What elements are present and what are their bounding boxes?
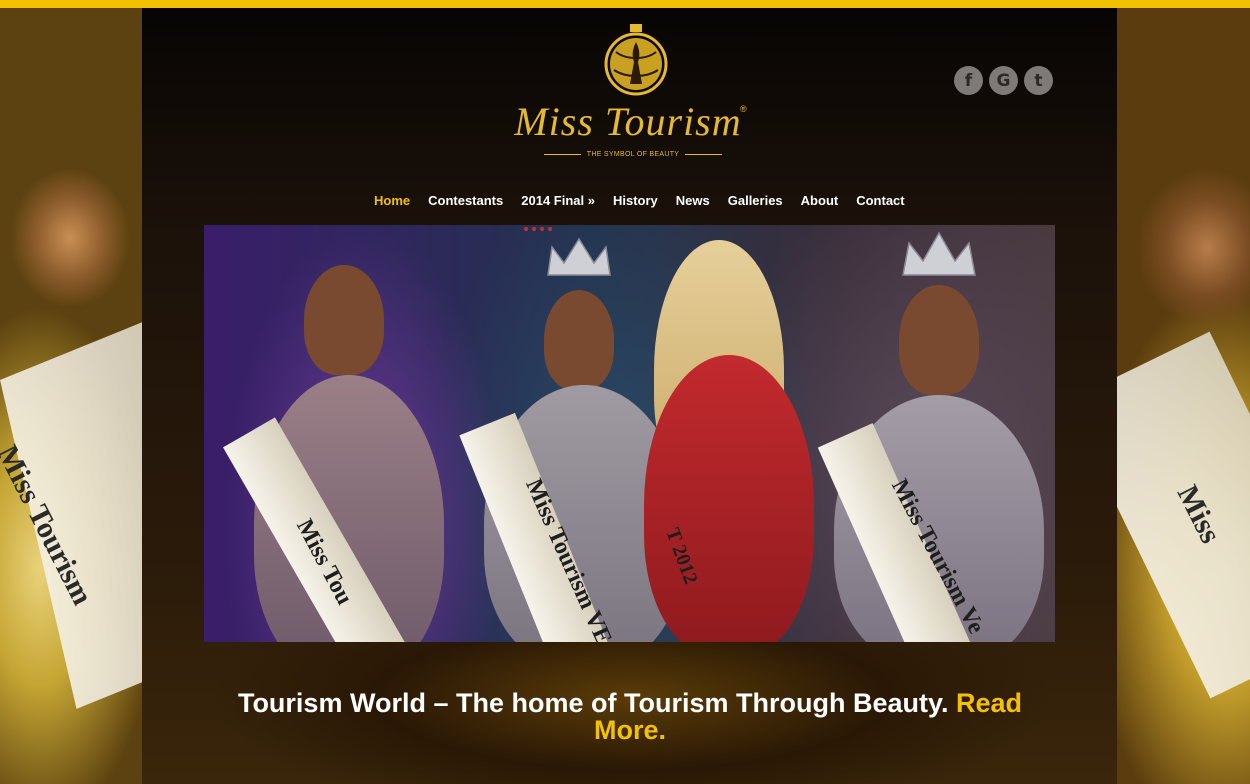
facebook-icon[interactable]: f — [954, 66, 983, 95]
site-logo[interactable]: Miss Tourism ® THE SYMBOL OF BEAUTY — [500, 22, 756, 162]
figure-right-head — [899, 285, 979, 395]
nav-item-news[interactable]: News — [676, 193, 710, 208]
logo-tagline: THE SYMBOL OF BEAUTY — [544, 148, 723, 160]
nav-item-home[interactable]: Home — [374, 193, 410, 208]
hero-slider-image[interactable]: Miss Tou Miss Tourism VE T 2012 Miss Tou… — [204, 225, 1055, 642]
figure-center-head — [544, 290, 614, 390]
crown-icon — [547, 237, 611, 276]
headline: Tourism World – The home of Tourism Thro… — [230, 690, 1030, 744]
figure-crowner-dress — [644, 355, 814, 642]
main-navigation: Home Contestants 2014 Final » History Ne… — [374, 193, 905, 208]
headline-text: Tourism World – The home of Tourism Thro… — [237, 688, 949, 718]
tagline-rule-left — [544, 153, 581, 155]
slider-indicator[interactable] — [524, 227, 552, 231]
nav-item-2014-final[interactable]: 2014 Final » — [521, 193, 595, 208]
top-accent-bar — [0, 0, 1250, 8]
nav-item-contact[interactable]: Contact — [856, 193, 904, 208]
nav-item-galleries[interactable]: Galleries — [728, 193, 783, 208]
twitter-icon[interactable]: t — [1024, 66, 1053, 95]
nav-item-contestants[interactable]: Contestants — [428, 193, 503, 208]
figure-left-head — [304, 265, 384, 375]
nav-item-history[interactable]: History — [613, 193, 658, 208]
registered-mark: ® — [740, 104, 747, 114]
google-icon[interactable]: G — [989, 66, 1018, 95]
social-links: f G t — [954, 66, 1053, 95]
nav-item-about[interactable]: About — [801, 193, 839, 208]
tagline-rule-right — [685, 153, 723, 155]
logo-tagline-text: THE SYMBOL OF BEAUTY — [586, 150, 680, 158]
crown-icon-right — [902, 231, 976, 276]
logo-wordmark: Miss Tourism — [514, 99, 742, 144]
globe-emblem-icon — [604, 24, 668, 96]
